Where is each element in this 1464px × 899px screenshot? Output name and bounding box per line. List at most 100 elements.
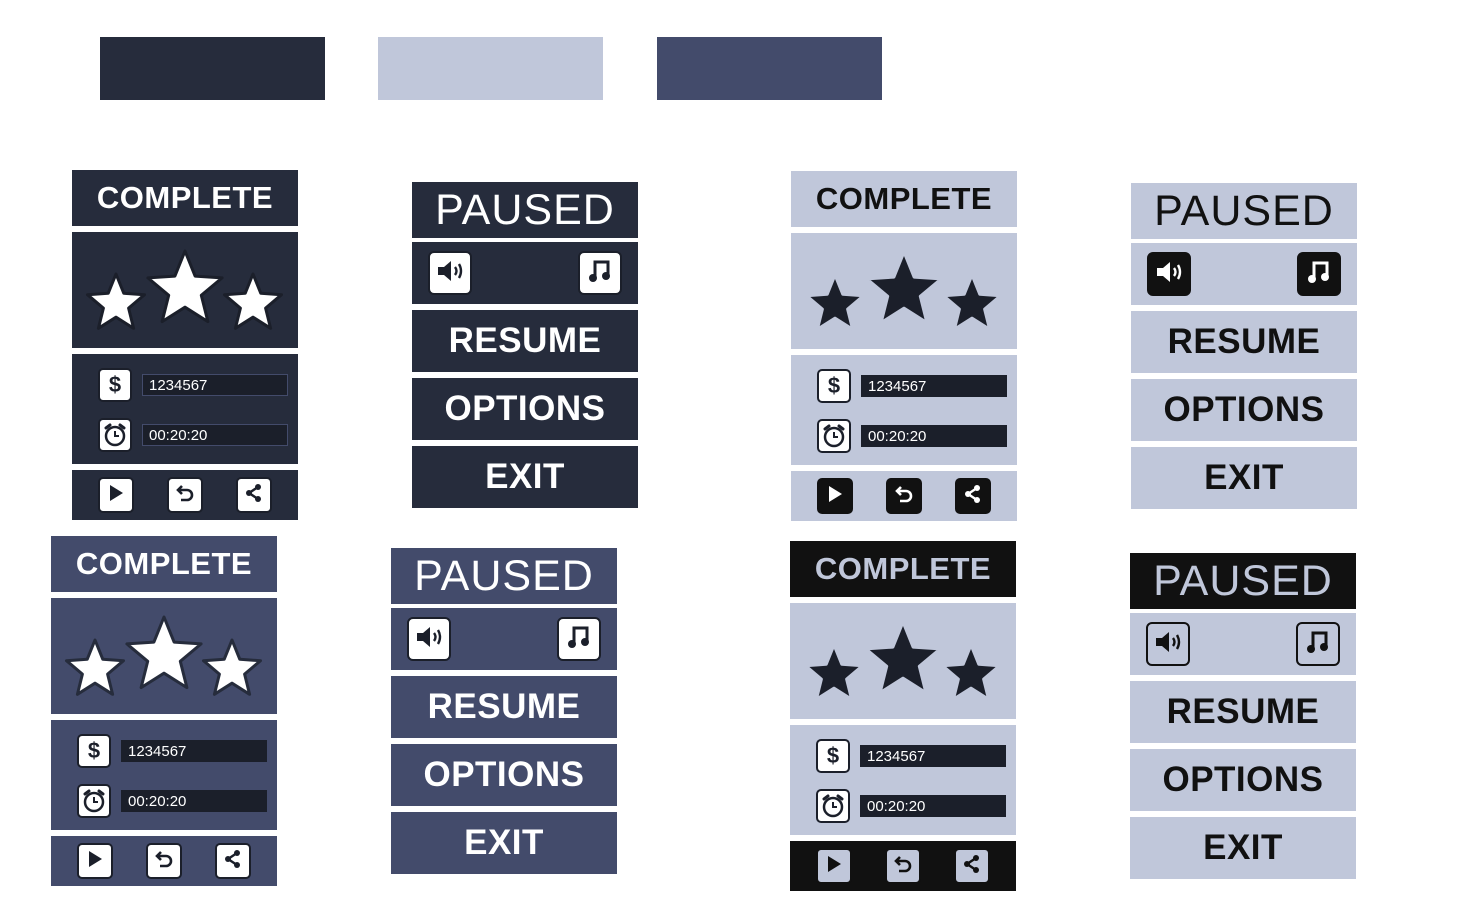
- options-button[interactable]: OPTIONS: [412, 378, 638, 440]
- star-center: [125, 615, 203, 690]
- money-row: $ 1234567: [77, 734, 267, 768]
- money-row: $ 1234567: [816, 739, 1006, 773]
- stars-graphic: [86, 249, 283, 330]
- action-bar: [72, 470, 298, 520]
- stars-area: [790, 603, 1016, 719]
- dollar-icon: $: [816, 739, 850, 773]
- sound-toggle-button[interactable]: [428, 251, 472, 295]
- star-right: [202, 638, 262, 696]
- alarm-clock-icon: [98, 418, 132, 452]
- resume-button[interactable]: RESUME: [1130, 681, 1356, 743]
- stars-graphic: [804, 620, 1001, 701]
- play-icon: [826, 484, 844, 509]
- star-right: [942, 273, 1002, 331]
- music-toggle-button[interactable]: [578, 251, 622, 295]
- resume-button[interactable]: RESUME: [412, 310, 638, 372]
- star-left: [804, 643, 864, 701]
- sound-toggle-icon: [1153, 629, 1183, 660]
- star-left: [805, 273, 865, 331]
- options-button[interactable]: OPTIONS: [391, 744, 617, 806]
- restart-button[interactable]: [884, 848, 921, 884]
- music-toggle-button[interactable]: [1297, 252, 1341, 296]
- sound-toggle-icon: [435, 258, 465, 289]
- play-button[interactable]: [98, 477, 135, 513]
- sound-toggle-button[interactable]: [1146, 622, 1190, 666]
- stars-graphic: [805, 250, 1002, 331]
- time-row: 00:20:20: [817, 419, 1007, 453]
- options-button[interactable]: OPTIONS: [1130, 749, 1356, 811]
- money-value: 1234567: [860, 745, 1006, 767]
- music-toggle-button[interactable]: [557, 617, 601, 661]
- complete-title: COMPLETE: [51, 536, 277, 592]
- star-center: [864, 620, 942, 695]
- complete-title: COMPLETE: [72, 170, 298, 226]
- audio-row: [412, 242, 638, 304]
- resume-button[interactable]: RESUME: [1131, 311, 1357, 373]
- sound-toggle-button[interactable]: [1147, 252, 1191, 296]
- restart-icon: [175, 483, 195, 508]
- share-button[interactable]: [214, 843, 251, 879]
- time-value: 00:20:20: [121, 790, 267, 812]
- audio-row: [1130, 613, 1356, 675]
- alarm-clock-icon: [817, 419, 851, 453]
- music-toggle-icon: [587, 257, 613, 290]
- complete-title: COMPLETE: [791, 171, 1017, 227]
- restart-icon: [894, 484, 914, 509]
- star-right: [941, 643, 1001, 701]
- sound-toggle-button[interactable]: [407, 617, 451, 661]
- time-row: 00:20:20: [816, 789, 1006, 823]
- restart-icon: [893, 854, 913, 879]
- music-toggle-icon: [1305, 628, 1331, 661]
- play-icon: [107, 483, 125, 508]
- share-icon: [223, 849, 243, 874]
- alarm-clock-icon: [77, 784, 111, 818]
- complete-panel-mid: COMPLETE $ 1234567 00:20:20: [51, 536, 277, 886]
- star-left: [86, 272, 146, 330]
- stars-graphic: [65, 615, 262, 696]
- play-icon: [825, 854, 843, 879]
- exit-button[interactable]: EXIT: [412, 446, 638, 508]
- music-toggle-button[interactable]: [1296, 622, 1340, 666]
- music-toggle-icon: [1306, 258, 1332, 291]
- time-row: 00:20:20: [77, 784, 267, 818]
- paused-panel-dark: PAUSED RESUME OPTIONS EXIT: [412, 182, 638, 508]
- options-button[interactable]: OPTIONS: [1131, 379, 1357, 441]
- star-center: [146, 249, 224, 324]
- color-swatch-mid: [657, 37, 882, 100]
- stars-area: [51, 598, 277, 714]
- restart-button[interactable]: [145, 843, 182, 879]
- play-button[interactable]: [817, 478, 854, 514]
- play-button[interactable]: [816, 848, 853, 884]
- restart-icon: [154, 849, 174, 874]
- share-icon: [963, 484, 983, 509]
- money-row: $ 1234567: [98, 368, 288, 402]
- restart-button[interactable]: [166, 477, 203, 513]
- alarm-clock-icon: [816, 789, 850, 823]
- star-right: [223, 272, 283, 330]
- exit-button[interactable]: EXIT: [1131, 447, 1357, 509]
- restart-button[interactable]: [885, 478, 922, 514]
- exit-button[interactable]: EXIT: [391, 812, 617, 874]
- exit-button[interactable]: EXIT: [1130, 817, 1356, 879]
- paused-title: PAUSED: [391, 548, 617, 604]
- dollar-icon: $: [817, 369, 851, 403]
- resume-button[interactable]: RESUME: [391, 676, 617, 738]
- time-value: 00:20:20: [860, 795, 1006, 817]
- stats-area: $ 1234567 00:20:20: [791, 355, 1017, 465]
- paused-title: PAUSED: [1131, 183, 1357, 239]
- play-button[interactable]: [77, 843, 114, 879]
- share-button[interactable]: [953, 848, 990, 884]
- star-center: [865, 250, 943, 325]
- time-row: 00:20:20: [98, 418, 288, 452]
- money-value: 1234567: [121, 740, 267, 762]
- stats-area: $ 1234567 00:20:20: [72, 354, 298, 464]
- share-button[interactable]: [235, 477, 272, 513]
- audio-row: [1131, 243, 1357, 305]
- color-swatch-light: [378, 37, 603, 100]
- complete-panel-light: COMPLETE $ 1234567 00:20:20: [791, 171, 1017, 521]
- action-bar: [790, 841, 1016, 891]
- paused-title: PAUSED: [1130, 553, 1356, 609]
- share-button[interactable]: [954, 478, 991, 514]
- action-bar: [51, 836, 277, 886]
- share-icon: [962, 854, 982, 879]
